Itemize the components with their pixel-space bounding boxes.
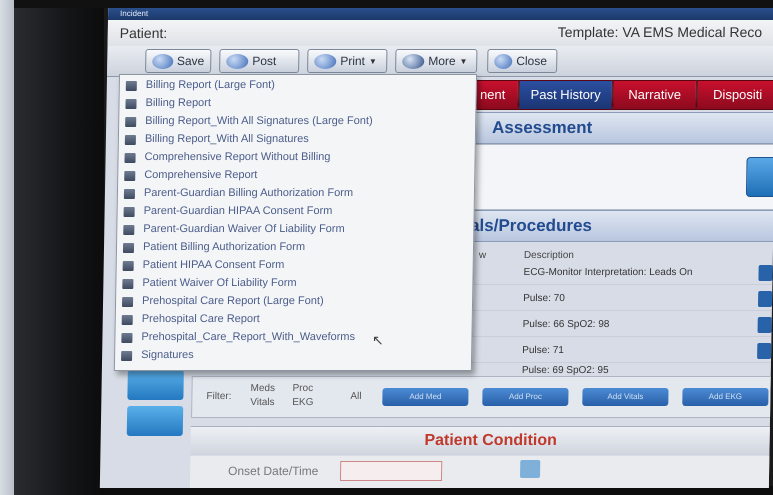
app-screen: Incident Patient: Template: VA EMS Medic… [99,8,773,488]
report-icon [123,207,135,217]
tab-narrative[interactable]: Narrative [612,80,697,110]
menu-item[interactable]: Comprehensive Report Without Billing [118,149,474,167]
tab-disposition[interactable]: Dispositi [696,80,773,110]
row-description: Pulse: 69 SpO2: 95 [521,365,609,376]
row-action-button[interactable] [757,291,773,307]
report-icon [125,99,137,109]
print-dropdown-menu: Billing Report (Large Font) Billing Repo… [113,74,478,371]
menu-item[interactable]: Patient HIPAA Consent Form [117,257,473,275]
report-icon [123,189,136,199]
row-action-button[interactable] [757,317,772,333]
patient-label: Patient: [119,25,168,41]
report-icon [121,315,133,325]
save-icon [152,53,174,69]
menu-item[interactable]: Patient Billing Authorization Form [117,239,473,257]
post-icon [226,53,249,69]
side-action-button[interactable] [127,370,184,400]
window-title: Incident [107,8,773,20]
onset-datetime-input[interactable] [339,461,443,481]
add-vitals-button[interactable]: Add Vitals [582,388,669,406]
report-icon [122,243,135,253]
row-action-button[interactable] [758,265,773,281]
onset-label: Onset Date/Time [227,464,319,478]
report-icon [121,351,133,361]
save-button[interactable]: Save [145,49,212,73]
print-icon [314,53,337,69]
filter-option-all[interactable]: All [350,391,361,402]
toolbar: Save Post Print ▼ More ▼ Close [106,46,773,77]
menu-item[interactable]: Parent-Guardian Billing Authorization Fo… [118,185,474,203]
background-wall [0,0,14,495]
onset-row: Onset Date/Time [189,456,773,488]
menu-item[interactable]: Signatures [115,347,471,365]
vitals-title: tals/Procedures [464,216,593,235]
post-label: Post [252,54,277,68]
close-button[interactable]: Close [487,49,558,73]
filter-option-vitals[interactable]: Vitals [250,397,274,408]
filter-bar: Filter: Meds Proc Vitals EKG All Add Med… [191,376,773,418]
menu-item[interactable]: Prehospital Care Report [116,311,472,329]
menu-item[interactable]: Parent-Guardian HIPAA Consent Form [117,203,473,221]
column-header: w [478,250,487,261]
patient-header: Patient: Template: VA EMS Medical Reco [107,20,773,47]
row-description: Pulse: 71 [522,345,565,356]
close-label: Close [516,54,548,68]
column-header-description: Description [523,250,574,261]
save-label: Save [176,54,205,68]
row-description: ECG-Monitor Interpretation: Leads On [523,267,693,278]
monitor-bezel [14,0,104,495]
report-icon [125,117,137,127]
more-icon [402,53,425,69]
filter-option-meds[interactable]: Meds [250,383,275,394]
close-icon [494,53,513,69]
more-label: More [428,54,456,68]
add-proc-button[interactable]: Add Proc [482,388,569,406]
more-button[interactable]: More ▼ [395,49,478,73]
filter-option-proc[interactable]: Proc [292,383,313,394]
menu-item[interactable]: Parent-Guardian Waiver Of Liability Form [117,221,473,239]
mouse-cursor-icon: ↖ [372,332,384,348]
assessment-title: Assessment [491,118,593,137]
filter-label: Filter: [206,391,232,402]
report-icon [125,81,137,91]
menu-item[interactable]: Comprehensive Report [118,167,474,185]
report-icon [124,171,136,181]
row-description: Pulse: 66 SpO2: 98 [522,319,610,330]
report-icon [124,135,136,145]
report-icon [124,153,136,163]
row-description: Pulse: 70 [523,293,565,304]
report-icon [121,333,133,343]
tab-past-history[interactable]: Past History [518,80,613,110]
post-button[interactable]: Post [219,49,300,73]
menu-item[interactable]: Billing Report [119,95,475,113]
report-icon [122,279,134,289]
filter-option-ekg[interactable]: EKG [292,397,313,408]
chevron-down-icon: ▼ [368,56,377,66]
print-label: Print [340,54,366,68]
add-ekg-button[interactable]: Add EKG [682,388,769,406]
patient-condition-header: Patient Condition [190,426,773,455]
menu-item[interactable]: Prehospital Care Report (Large Font) [116,293,472,311]
assessment-action-button[interactable] [745,157,773,197]
patient-condition-title: Patient Condition [424,432,558,449]
add-med-button[interactable]: Add Med [382,388,469,406]
menu-item[interactable]: Billing Report_With All Signatures [119,131,475,149]
monitor-bezel-top [14,0,773,8]
print-button[interactable]: Print ▼ [307,49,388,73]
report-icon [122,261,134,271]
menu-item[interactable]: Patient Waiver Of Liability Form [116,275,472,293]
calendar-icon[interactable] [519,460,541,478]
report-icon [121,297,134,307]
row-action-button[interactable] [757,343,772,359]
menu-item[interactable]: Billing Report_With All Signatures (Larg… [119,113,475,131]
report-icon [123,225,135,235]
template-label: Template: VA EMS Medical Reco [557,24,763,40]
chevron-down-icon: ▼ [459,56,468,66]
side-action-button[interactable] [126,406,184,436]
menu-item[interactable]: Prehospital_Care_Report_With_Waveforms [115,329,471,347]
menu-item[interactable]: Billing Report (Large Font) [120,77,476,95]
